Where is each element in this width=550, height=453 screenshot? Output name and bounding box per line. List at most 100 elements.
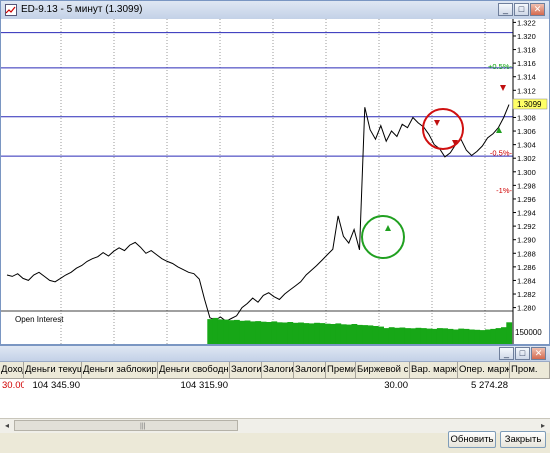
oi-bar: [351, 324, 358, 344]
oi-bar: [228, 320, 235, 344]
oi-bar: [271, 321, 278, 344]
y-tick-label: 1.294: [517, 209, 536, 218]
oi-bar: [399, 327, 406, 344]
refresh-button[interactable]: Обновить: [448, 431, 496, 448]
oi-bar: [372, 326, 379, 344]
oi-bar: [415, 327, 422, 344]
y-tick-label: 1.288: [517, 249, 536, 258]
chart-window: ED-9.13 - 5 минут (1.3099) _ □ ✕ 1.322 1.…: [0, 0, 550, 345]
oi-bar: [346, 324, 352, 344]
scroll-right-icon[interactable]: ▸: [537, 420, 549, 431]
oi-bar: [495, 328, 502, 344]
oi-axis-tick: 150000: [515, 328, 542, 337]
oi-bar: [383, 328, 390, 344]
oi-bar: [250, 321, 256, 344]
column-header[interactable]: Залоги: [262, 362, 294, 378]
y-tick-label: 1.318: [517, 46, 536, 55]
y-tick-label: 1.290: [517, 236, 536, 245]
y-tick-label: 1.286: [517, 263, 536, 272]
table-cell: 30.00: [384, 380, 408, 391]
column-header[interactable]: Премии: [326, 362, 356, 378]
oi-bar: [319, 323, 326, 344]
oi-bar: [447, 328, 454, 344]
oi-bar: [282, 322, 288, 344]
oi-bar: [490, 328, 497, 344]
oi-bar: [308, 323, 315, 344]
y-tick-label: 1.312: [517, 86, 536, 95]
chart-title: ED-9.13 - 5 минут (1.3099): [21, 4, 143, 15]
column-header[interactable]: Деньги заблокиро: [82, 362, 158, 378]
column-header[interactable]: Биржевой с: [356, 362, 410, 378]
oi-bar: [394, 327, 400, 344]
maximize-button[interactable]: □: [514, 3, 529, 16]
table-cell: [326, 379, 356, 393]
oi-bar: [330, 324, 336, 344]
portfolio-maximize-button[interactable]: □: [515, 347, 530, 360]
oi-bar: [292, 322, 299, 344]
oi-bar: [463, 328, 470, 344]
oi-bar: [356, 324, 363, 344]
minimize-button[interactable]: _: [498, 3, 513, 16]
oi-bar: [479, 330, 486, 344]
oi-bar: [335, 323, 342, 344]
oi-bar: [239, 320, 246, 344]
column-header[interactable]: Деньги текущ: [24, 362, 82, 378]
column-header[interactable]: Залоги: [294, 362, 326, 378]
table-cell: [510, 379, 550, 393]
oi-bar: [426, 328, 432, 344]
column-header[interactable]: Пром.: [510, 362, 550, 378]
column-header[interactable]: Деньги свободн: [158, 362, 230, 378]
y-tick-label: 1.306: [517, 127, 536, 136]
table-header: Доход Деньги текущ Деньги заблокиро День…: [0, 362, 550, 379]
scroll-thumb[interactable]: |||: [14, 420, 238, 431]
portfolio-titlebar[interactable]: _ □ ✕: [0, 346, 550, 362]
y-tick-label: 1.284: [517, 276, 536, 285]
close-button[interactable]: ✕: [530, 3, 545, 16]
y-tick-label: 1.292: [517, 222, 536, 231]
scroll-left-icon[interactable]: ◂: [1, 420, 13, 431]
oi-bar: [442, 328, 448, 344]
oi-bar: [207, 319, 214, 344]
oi-bar: [217, 319, 224, 344]
table-cell: 5 274.28: [471, 380, 508, 391]
y-tick-label: 1.304: [517, 141, 536, 150]
column-header[interactable]: Опер. маржа: [458, 362, 510, 378]
oi-bar: [234, 319, 240, 344]
oi-bar: [244, 320, 251, 344]
table-cell: [410, 379, 458, 393]
level-label: -1%-: [496, 186, 512, 195]
portfolio-close-button[interactable]: ✕: [531, 347, 546, 360]
table-cell: [82, 379, 158, 393]
price-chart[interactable]: 1.3221.3201.3181.3161.3141.3121.3101.308…: [1, 19, 549, 344]
table-row[interactable]: 30.00 104 345.90 104 315.90 30.00 5 274.…: [0, 379, 550, 393]
oi-bar: [388, 327, 395, 344]
y-tick-label: 1.320: [517, 32, 536, 41]
oi-bar: [287, 322, 294, 344]
table-cell: 30.00: [2, 380, 24, 391]
oi-bar: [367, 325, 374, 344]
oi-bar: [410, 328, 416, 344]
oi-bar: [501, 327, 507, 344]
close-table-button[interactable]: Закрыть: [500, 431, 546, 448]
oi-bar: [314, 322, 320, 344]
oi-bar: [485, 329, 491, 344]
column-header[interactable]: Доход: [0, 362, 24, 378]
oi-bar: [458, 328, 465, 344]
table-cell: [294, 379, 326, 393]
oi-bar: [506, 322, 513, 344]
current-price-label: 1.3099: [517, 100, 542, 109]
oi-bar: [303, 323, 310, 344]
column-header[interactable]: Залоги: [230, 362, 262, 378]
oi-bar: [212, 317, 219, 344]
oi-bar: [378, 326, 384, 344]
column-header[interactable]: Вар. маржа: [410, 362, 458, 378]
portfolio-minimize-button[interactable]: _: [499, 347, 514, 360]
table-cell: [262, 379, 294, 393]
oi-bar: [276, 322, 283, 344]
oi-bar: [324, 323, 331, 344]
y-tick-label: 1.316: [517, 59, 536, 68]
y-tick-label: 1.296: [517, 195, 536, 204]
oi-bar: [404, 328, 411, 344]
y-tick-label: 1.280: [517, 304, 536, 313]
chart-titlebar[interactable]: ED-9.13 - 5 минут (1.3099) _ □ ✕: [1, 1, 549, 20]
